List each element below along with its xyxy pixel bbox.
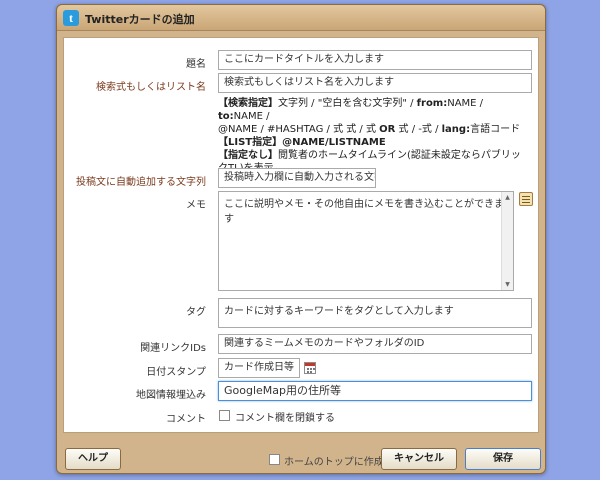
memo-placeholder: ここに説明やメモ・その他自由にメモを書き込むことができます <box>224 199 504 225</box>
scroll-down-icon[interactable]: ▼ <box>502 279 513 290</box>
dialog-footer: ヘルプ ホームのトップに作成 キャンセル 保存 <box>57 439 545 473</box>
help-from-val: NAME / <box>447 98 484 109</box>
twitter-icon: t <box>63 10 79 26</box>
cancel-button[interactable]: キャンセル <box>381 448 457 470</box>
scroll-up-icon[interactable]: ▲ <box>502 192 513 203</box>
link-ids-input[interactable]: 関連するミームメモのカードやフォルダのID <box>218 334 532 354</box>
save-button[interactable]: 保存 <box>465 448 541 470</box>
help-list-tag: 【LIST指定】 <box>218 137 283 148</box>
tag-label: タグ <box>186 307 206 318</box>
form-panel: 題名 ここにカードタイトルを入力します 検索式もしくはリスト名 検索式もしくはリ… <box>63 37 539 433</box>
help-or: OR <box>379 124 396 135</box>
help-search-tag: 【検索指定】 <box>218 98 278 109</box>
memo-textarea[interactable]: ここに説明やメモ・その他自由にメモを書き込むことができます ▲ ▼ <box>218 191 514 291</box>
help-line2-rest: 式 / -式 / <box>395 124 442 135</box>
link-ids-label: 関連リンクIDs <box>140 343 206 354</box>
calendar-icon[interactable] <box>304 362 316 374</box>
dialog-title: Twitterカードの追加 <box>85 13 195 26</box>
memo-scrollbar[interactable]: ▲ ▼ <box>501 192 513 290</box>
close-comments-checkbox[interactable] <box>219 410 230 421</box>
map-label: 地図情報埋込み <box>136 390 206 401</box>
title-input[interactable]: ここにカードタイトルを入力します <box>218 50 532 70</box>
help-none-tag: 【指定なし】 <box>218 150 278 161</box>
help-lang: lang: <box>441 124 471 135</box>
close-comments-label[interactable]: コメント欄を閉鎖する <box>235 409 335 424</box>
help-from: from: <box>416 98 448 109</box>
comment-label: コメント <box>166 414 206 425</box>
query-label: 検索式もしくはリスト名 <box>96 82 206 93</box>
help-button[interactable]: ヘルプ <box>65 448 121 470</box>
memo-label: メモ <box>186 200 206 211</box>
auto-text-label: 投稿文に自動追加する文字列 <box>76 177 206 188</box>
help-to: to: <box>218 111 234 122</box>
help-line1: 文字列 / "空白を含む文字列" / <box>278 98 417 109</box>
date-stamp-label: 日付スタンプ <box>146 367 206 378</box>
home-top-checkbox[interactable] <box>269 454 280 465</box>
date-stamp-input[interactable]: カード作成日等 <box>218 358 300 378</box>
help-list-text: @NAME/LISTNAME <box>282 137 386 148</box>
help-line2: @NAME / #HASHTAG / 式 式 / 式 <box>218 124 380 135</box>
tag-textarea[interactable]: カードに対するキーワードをタグとして入力します <box>218 298 532 328</box>
home-top-label[interactable]: ホームのトップに作成 <box>284 453 384 468</box>
title-label: 題名 <box>186 59 206 70</box>
help-to-val: NAME / <box>233 111 270 122</box>
map-input[interactable]: GoogleMap用の住所等 <box>218 381 532 401</box>
query-help-text: 【検索指定】文字列 / "空白を含む文字列" / from:NAME / to:… <box>218 97 528 175</box>
dialog-titlebar[interactable]: t Twitterカードの追加 <box>57 5 545 31</box>
twitter-card-dialog: t Twitterカードの追加 題名 ここにカードタイトルを入力します 検索式も… <box>56 4 546 474</box>
help-lang-val: 言語コード <box>470 124 521 135</box>
notepad-icon[interactable] <box>519 192 533 206</box>
query-input[interactable]: 検索式もしくはリスト名を入力します <box>218 73 532 93</box>
auto-text-input[interactable]: 投稿時入力欄に自動入力される文字列 <box>218 168 376 188</box>
